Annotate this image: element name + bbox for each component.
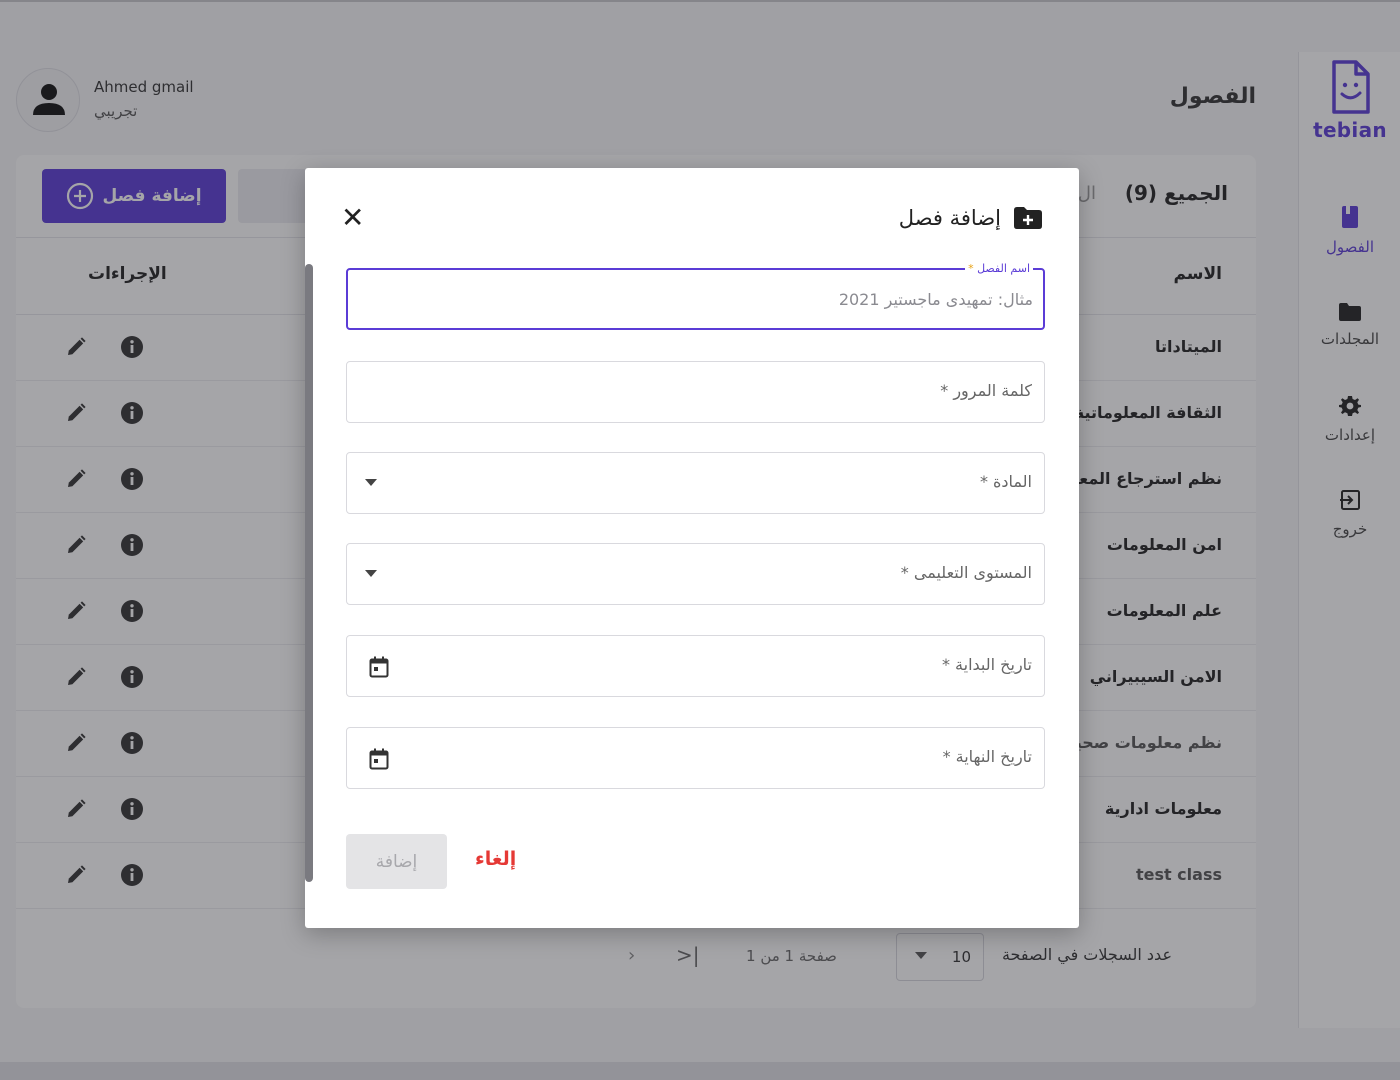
chevron-down-icon [365, 479, 377, 486]
password-field[interactable]: كلمة المرور * [346, 361, 1045, 423]
dialog-scrollbar[interactable] [305, 264, 313, 882]
subject-label: المادة * [979, 472, 1032, 491]
required-star: * [968, 262, 974, 275]
start-date-field[interactable]: تاريخ البداية * [346, 635, 1045, 697]
dialog-title: إضافة فصل [899, 206, 1043, 230]
class-name-label: اسم الفصل * [965, 262, 1033, 275]
password-label: كلمة المرور * [940, 381, 1032, 400]
bottom-strip [0, 1062, 1400, 1080]
close-icon[interactable]: ✕ [341, 204, 364, 232]
start-date-label: تاريخ البداية * [941, 655, 1032, 674]
class-name-field[interactable]: اسم الفصل * [346, 262, 1045, 330]
level-select[interactable]: المستوى التعليمى * [346, 543, 1045, 605]
subject-select[interactable]: المادة * [346, 452, 1045, 514]
chevron-down-icon [365, 570, 377, 577]
class-name-input[interactable] [393, 286, 1033, 312]
add-class-dialog: ✕ إضافة فصل اسم الفصل * كلمة المرور * ال… [305, 168, 1079, 928]
end-date-label: تاريخ النهاية * [942, 747, 1032, 766]
calendar-icon[interactable] [369, 748, 389, 770]
end-date-field[interactable]: تاريخ النهاية * [346, 727, 1045, 789]
class-name-label-text: اسم الفصل [977, 262, 1030, 275]
level-label: المستوى التعليمى * [900, 563, 1032, 582]
submit-button[interactable]: إضافة [346, 834, 447, 889]
dialog-title-text: إضافة فصل [898, 206, 1001, 230]
folder-plus-icon [1014, 207, 1042, 229]
calendar-icon[interactable] [369, 656, 389, 678]
cancel-button[interactable]: إلغاء [475, 848, 516, 870]
